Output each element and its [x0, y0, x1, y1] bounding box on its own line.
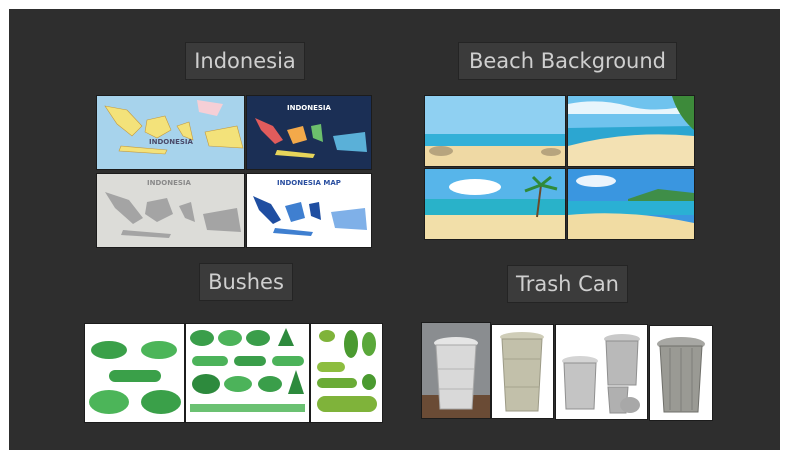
label-indonesia: Indonesia: [185, 42, 305, 80]
label-bushes: Bushes: [199, 263, 293, 301]
thumb-beach-1[interactable]: [424, 95, 566, 167]
label-trash-can: Trash Can: [507, 265, 628, 303]
thumb-trash-can-3[interactable]: [555, 324, 648, 420]
thumb-trash-can-2[interactable]: [491, 324, 554, 419]
label-beach-background: Beach Background: [458, 42, 677, 80]
thumb-bushes-2[interactable]: [185, 323, 310, 423]
thumb-indonesia-map-3[interactable]: INDONESIA: [96, 173, 245, 248]
thumb-indonesia-map-4[interactable]: INDONESIA MAP: [246, 173, 372, 248]
thumb-trash-can-1[interactable]: [421, 322, 491, 419]
thumb-trash-can-4[interactable]: [649, 325, 713, 421]
thumb-bushes-1[interactable]: [84, 323, 185, 423]
thumb-beach-2[interactable]: [567, 95, 695, 167]
thumb-title-text: INDONESIA: [287, 104, 332, 112]
thumb-indonesia-map-2[interactable]: INDONESIA: [246, 95, 372, 170]
thumb-beach-4[interactable]: [567, 168, 695, 240]
thumb-title-text: INDONESIA: [149, 138, 194, 146]
thumb-title-text: INDONESIA: [147, 179, 192, 187]
thumb-bushes-3[interactable]: [310, 323, 383, 423]
thumb-indonesia-map-1[interactable]: INDONESIA: [96, 95, 245, 170]
thumb-beach-3[interactable]: [424, 168, 566, 240]
image-board: Indonesia INDONESIA INDONESIA INDONESIA: [9, 9, 780, 450]
thumb-title-text: INDONESIA MAP: [277, 179, 341, 187]
